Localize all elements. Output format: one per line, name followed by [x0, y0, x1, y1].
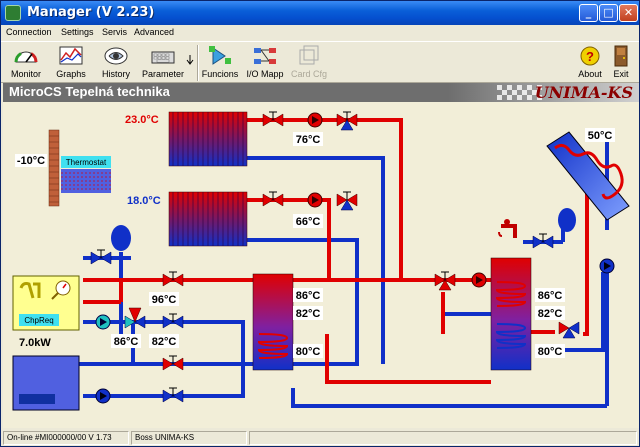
funcions-button[interactable]: Funcions	[201, 43, 239, 83]
valve-rad1[interactable]	[262, 111, 284, 127]
expansion-tank-left[interactable]	[111, 225, 131, 251]
mixing-valve-solar[interactable]	[558, 321, 580, 339]
monitor-label: Monitor	[10, 69, 41, 79]
gauge-icon	[13, 44, 39, 68]
hot-water-tap-icon[interactable]	[498, 219, 517, 238]
unima-logo: UNIMA-KS	[534, 83, 633, 102]
radiator-1[interactable]	[168, 111, 248, 167]
io-mapp-button[interactable]: I/O Mapp	[245, 43, 285, 83]
io-mapp-label: I/O Mapp	[246, 69, 284, 79]
panel-header: MicroCS Tepelná technika UNIMA-KS	[3, 83, 639, 102]
valve-chp-flow[interactable]	[162, 271, 184, 287]
exit-button[interactable]: Exit	[607, 43, 635, 83]
mixing-valve-tank2[interactable]	[434, 271, 456, 291]
mixing-valve-rad2[interactable]	[336, 191, 358, 211]
radiator2-temp: 18.0°C	[127, 195, 161, 207]
tank1-bot-temp: 80°C	[296, 346, 321, 358]
outdoor-temp: -10°C	[17, 155, 45, 167]
status-connection: On-line #MI000000/00 V 1.73	[3, 431, 129, 445]
keyboard-icon	[150, 44, 176, 68]
parameter-label: Parameter	[141, 69, 185, 79]
window-title: Manager (V 2.23)	[27, 5, 155, 20]
menu-connection[interactable]: Connection	[6, 27, 52, 37]
card-cfg-button: Card Cfg	[291, 43, 327, 83]
valve-boiler-return[interactable]	[162, 387, 184, 403]
chp-power: 7.0kW	[19, 337, 51, 349]
manager-window: Manager (V 2.23) _ □ ✕ Connection Settin…	[0, 0, 640, 447]
history-label: History	[101, 69, 130, 79]
exit-door-icon	[608, 44, 634, 68]
valve-expansion-right[interactable]	[532, 233, 554, 249]
chp-ret1-temp: 86°C	[114, 336, 139, 348]
chp-flow-temp: 96°C	[152, 294, 177, 306]
graphs-label: Graphs	[56, 69, 86, 79]
about-label: About	[578, 69, 602, 79]
brick-wall	[48, 129, 60, 207]
radiator1-temp: 23.0°C	[125, 114, 159, 126]
menu-settings[interactable]: Settings	[61, 27, 94, 37]
exit-label: Exit	[613, 69, 629, 79]
menu-advanced[interactable]: Advanced	[134, 27, 174, 37]
panel-title: MicroCS Tepelná technika	[9, 84, 170, 99]
status-bar: On-line #MI000000/00 V 1.73 Boss UNIMA-K…	[1, 429, 639, 447]
tank2-top-temp: 86°C	[538, 290, 563, 302]
card-cfg-label: Card Cfg	[291, 69, 328, 79]
toolbar: Monitor Graphs History Parameter Funcion…	[1, 41, 639, 83]
valve-expansion-left[interactable]	[90, 249, 112, 265]
menu-bar: Connection Settings Servis Advanced	[1, 25, 639, 41]
solar-temp: 50°C	[588, 130, 613, 142]
tank1-mid-temp: 82°C	[296, 308, 321, 320]
heating-diagram: -10°C Thermostat 23.0°C 18.0°C 76°C 66°C…	[3, 102, 639, 428]
close-button[interactable]: ✕	[619, 4, 638, 22]
pump-tank2[interactable]	[471, 272, 487, 288]
chp-ret2-temp: 82°C	[152, 336, 177, 348]
parameter-button[interactable]: Parameter	[141, 43, 185, 83]
funcions-label: Funcions	[201, 69, 239, 79]
status-user: Boss UNIMA-KS	[131, 431, 247, 445]
title-bar[interactable]: Manager (V 2.23) _ □ ✕	[1, 1, 639, 25]
maximize-button[interactable]: □	[599, 4, 618, 22]
valve-boiler-flow[interactable]	[162, 355, 184, 371]
tank2-mid-temp: 82°C	[538, 308, 563, 320]
status-empty	[249, 431, 637, 445]
menu-servis[interactable]: Servis	[102, 27, 127, 37]
svg-text:?: ?	[586, 49, 594, 64]
graphs-button[interactable]: Graphs	[53, 43, 89, 83]
radiator-2[interactable]	[168, 191, 248, 247]
toolbar-separator	[197, 45, 199, 81]
history-icon	[103, 44, 129, 68]
dhw-tank-2[interactable]	[490, 257, 532, 371]
app-icon	[5, 5, 21, 21]
pump-boiler[interactable]	[95, 388, 111, 404]
boiler[interactable]	[12, 355, 80, 411]
history-button[interactable]: History	[99, 43, 133, 83]
chp-req-label: ChpReq	[24, 316, 53, 325]
return1-temp: 76°C	[296, 134, 321, 146]
pump-rad2[interactable]	[307, 192, 323, 208]
tank1-top-temp: 86°C	[296, 290, 321, 302]
graph-icon	[58, 44, 84, 68]
minimize-button[interactable]: _	[579, 4, 598, 22]
card-icon	[296, 44, 322, 68]
io-map-icon	[252, 44, 278, 68]
pump-chp[interactable]	[95, 314, 111, 330]
mixing-valve-rad1[interactable]	[336, 111, 358, 131]
tank2-bot-temp: 80°C	[538, 346, 563, 358]
return2-temp: 66°C	[296, 216, 321, 228]
about-button[interactable]: ? About	[575, 43, 605, 83]
monitor-button[interactable]: Monitor	[7, 43, 45, 83]
functions-icon	[207, 44, 233, 68]
pump-solar[interactable]	[599, 258, 615, 274]
thermostat-label: Thermostat	[66, 158, 107, 167]
valve-rad2[interactable]	[262, 191, 284, 207]
expansion-tank-right[interactable]	[558, 208, 576, 232]
thermostat-grid[interactable]	[61, 169, 111, 193]
buffer-tank-1[interactable]	[252, 273, 294, 371]
help-icon: ?	[577, 44, 603, 68]
valve-chp-return[interactable]	[162, 313, 184, 329]
pump-rad1[interactable]	[307, 112, 323, 128]
